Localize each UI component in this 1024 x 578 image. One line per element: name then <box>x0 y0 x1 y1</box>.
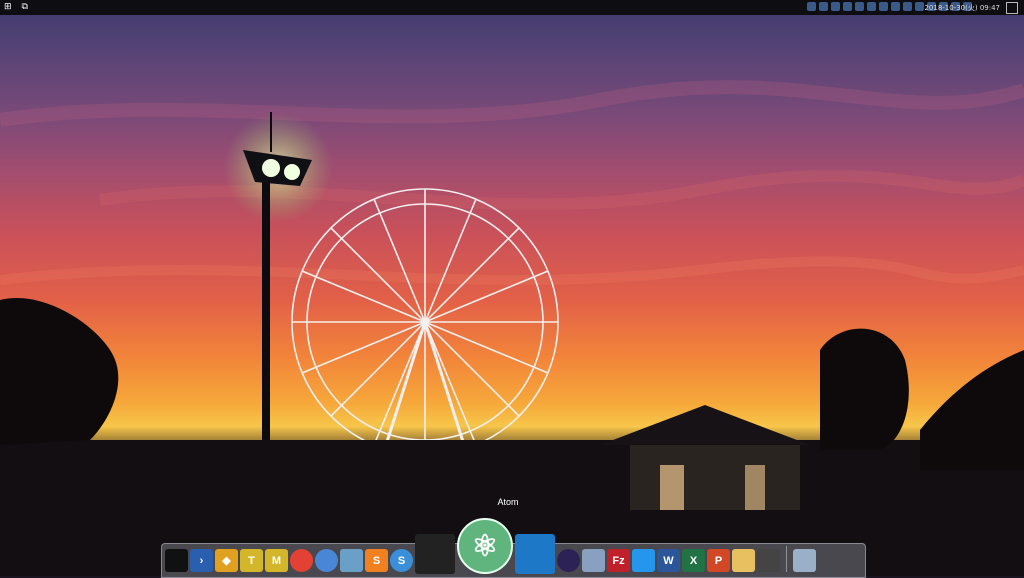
dock-sublime-text-icon[interactable]: S <box>365 549 388 572</box>
action-center-icon[interactable] <box>1006 2 1018 14</box>
top-taskbar: ⊞ ⧉ 2018-10-30(火) 09:47 <box>0 0 1024 15</box>
dock-text-editor-m-icon[interactable]: M <box>265 549 288 572</box>
tray-app-1[interactable] <box>807 2 816 11</box>
dock-filezilla-icon[interactable]: Fz <box>607 549 630 572</box>
tray-app-5[interactable] <box>855 2 864 11</box>
start-menu-icon[interactable]: ⊞ <box>4 2 12 12</box>
dock-vscode-icon[interactable] <box>515 534 555 574</box>
dock-powerpoint-icon[interactable]: P <box>707 549 730 572</box>
bluetooth-icon[interactable] <box>903 2 912 11</box>
dock-text-editor-t-icon[interactable]: T <box>240 549 263 572</box>
clock[interactable]: 2018-10-30(火) 09:47 <box>924 3 1000 13</box>
tray-app-6[interactable] <box>867 2 876 11</box>
tray-app-2[interactable] <box>819 2 828 11</box>
dock-chrome-icon[interactable] <box>290 549 313 572</box>
dock-inkscape-icon[interactable] <box>757 549 780 572</box>
dock-notes-app-icon[interactable] <box>340 549 363 572</box>
dock-terminal-icon[interactable] <box>165 549 188 572</box>
tray-app-4[interactable] <box>843 2 852 11</box>
dock-hover-label: Atom <box>497 497 519 507</box>
dock-simplenote-icon[interactable]: S <box>390 549 413 572</box>
tray-app-8[interactable] <box>891 2 900 11</box>
dock-separator <box>786 546 787 572</box>
dock-docker-icon[interactable] <box>632 549 655 572</box>
dock-chromium-icon[interactable] <box>315 549 338 572</box>
dock-word-icon[interactable]: W <box>657 549 680 572</box>
dock-excel-icon[interactable]: X <box>682 549 705 572</box>
dock-atom-icon[interactable]: ⚛ <box>457 518 513 574</box>
dock-git-app-icon[interactable]: ◆ <box>215 549 238 572</box>
dock-recycle-bin-icon[interactable] <box>793 549 816 572</box>
dock-wizard-app-icon[interactable] <box>415 534 455 574</box>
dock-database-app-icon[interactable] <box>582 549 605 572</box>
dock-paint-icon[interactable] <box>732 549 755 572</box>
dock-powershell-icon[interactable]: › <box>190 549 213 572</box>
dock-eclipse-icon[interactable] <box>557 549 580 572</box>
tray-app-7[interactable] <box>879 2 888 11</box>
task-view-icon[interactable]: ⧉ <box>22 2 28 12</box>
volume-muted-icon[interactable] <box>915 2 924 11</box>
tray-app-3[interactable] <box>831 2 840 11</box>
wallpaper-scene <box>0 80 1024 576</box>
dock-items: › ◆ T M S S ⚛ Fz W X P <box>165 518 816 576</box>
